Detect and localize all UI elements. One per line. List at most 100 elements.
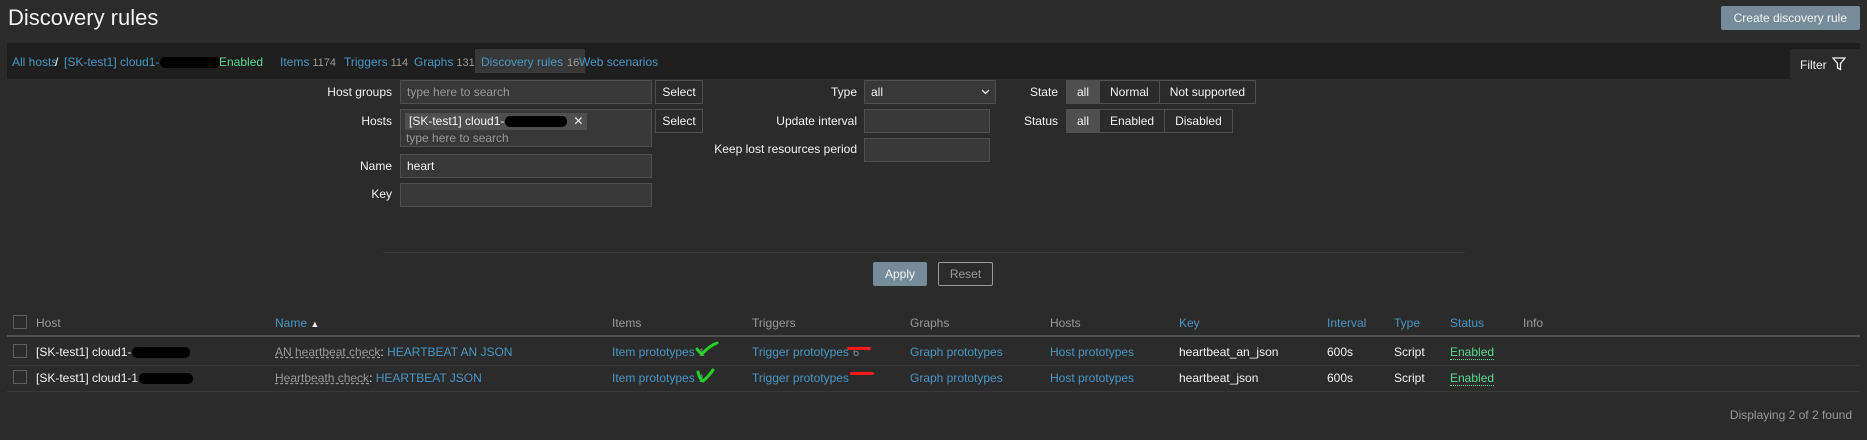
column-interval[interactable]: Interval — [1327, 316, 1366, 330]
name-separator: : — [380, 345, 384, 359]
hosts-multiselect[interactable]: [SK-test1] cloud1- ✕ type here to search — [400, 109, 652, 147]
tab-graphs-label: Graphs — [414, 55, 454, 69]
name-input[interactable]: heart — [400, 154, 652, 178]
template-link[interactable]: Heartbeath check — [275, 371, 369, 385]
status-toggle-link[interactable]: Enabled — [1450, 345, 1495, 360]
filter-panel: Host groups type here to search Select H… — [7, 80, 1860, 298]
row-key: heartbeat_an_json — [1179, 345, 1279, 359]
sort-asc-icon: ▲ — [310, 319, 320, 329]
breadcrumb-host[interactable]: [SK-test1] cloud1- — [64, 55, 221, 69]
row-graphs: Graph prototypes — [910, 345, 1003, 359]
state-option-normal[interactable]: Normal — [1099, 81, 1159, 103]
template-link[interactable]: AN heartbeat check — [275, 345, 380, 359]
row-host: [SK-test1] cloud1-1 — [36, 371, 194, 385]
host-status-badge[interactable]: Enabled — [219, 55, 263, 69]
page-header: Discovery rules Create discovery rule — [0, 0, 1867, 40]
graph-prototypes-link[interactable]: Graph prototypes — [910, 345, 1003, 359]
update-interval-input[interactable] — [864, 109, 990, 133]
item-prototypes-link[interactable]: Item prototypes — [612, 345, 695, 359]
column-name-sortable[interactable]: Name ▲ — [275, 316, 319, 330]
item-prototypes-link[interactable]: Item prototypes — [612, 371, 695, 385]
page-title: Discovery rules — [8, 5, 159, 30]
column-key[interactable]: Key — [1179, 316, 1200, 330]
key-input[interactable] — [400, 183, 652, 207]
host-tag-label: [SK-test1] cloud1- — [409, 114, 505, 128]
status-label: Status — [1023, 114, 1058, 128]
state-option-all[interactable]: all — [1067, 81, 1100, 103]
tab-triggers[interactable]: Triggers 114 — [344, 55, 408, 69]
row-type: Script — [1394, 371, 1425, 385]
row-name: AN heartbeat check: HEARTBEAT AN JSON — [275, 345, 512, 359]
row-triggers: Trigger prototypes 6 — [752, 345, 859, 359]
row-items: Item prototypes 1 — [612, 371, 705, 385]
column-name-label: Name — [275, 316, 308, 330]
breadcrumb-all-hosts[interactable]: All hosts — [12, 55, 57, 69]
tab-web-scenarios[interactable]: Web scenarios — [579, 55, 658, 69]
row-checkbox[interactable] — [13, 344, 27, 358]
keep-lost-input[interactable] — [864, 138, 990, 162]
redaction-mark — [139, 373, 194, 385]
row-checkbox[interactable] — [13, 370, 27, 384]
name-label: Name — [359, 159, 392, 173]
host-groups-label: Host groups — [327, 85, 392, 99]
select-all-checkbox[interactable] — [13, 315, 27, 329]
tab-discovery-rules[interactable]: Discovery rules 16 — [475, 49, 586, 73]
row-graphs: Graph prototypes — [910, 371, 1003, 385]
host-groups-input[interactable]: type here to search — [400, 80, 652, 104]
row-host: [SK-test1] cloud1- — [36, 345, 191, 359]
table-row: [SK-test1] cloud1-1 Heartbeath check: HE… — [7, 362, 1860, 392]
status-option-enabled[interactable]: Enabled — [1099, 110, 1165, 132]
column-items: Items — [612, 316, 642, 330]
tab-graphs-count: 131 — [456, 57, 475, 69]
state-label: State — [1029, 85, 1058, 99]
status-option-disabled[interactable]: Disabled — [1164, 110, 1232, 132]
row-status: Enabled — [1450, 371, 1495, 386]
host-prototypes-link[interactable]: Host prototypes — [1050, 371, 1134, 385]
tab-items-count: 1174 — [312, 57, 336, 69]
column-hosts: Hosts — [1050, 316, 1081, 330]
host-groups-select-button[interactable]: Select — [655, 80, 703, 104]
status-option-all[interactable]: all — [1067, 110, 1100, 132]
trigger-prototypes-link[interactable]: Trigger prototypes — [752, 371, 849, 385]
rule-name-link[interactable]: HEARTBEAT JSON — [376, 371, 482, 385]
rule-name-link[interactable]: HEARTBEAT AN JSON — [387, 345, 512, 359]
reset-button[interactable]: Reset — [938, 262, 993, 286]
green-check-annotation — [695, 341, 719, 356]
row-interval: 600s — [1327, 371, 1354, 385]
status-toggle-link[interactable]: Enabled — [1450, 371, 1495, 386]
hosts-select-button[interactable]: Select — [655, 109, 703, 133]
type-label: Type — [830, 85, 857, 99]
trigger-prototypes-link[interactable]: Trigger prototypes — [752, 345, 849, 359]
column-type[interactable]: Type — [1394, 316, 1420, 330]
tab-items[interactable]: Items 1174 — [280, 55, 336, 69]
graph-prototypes-link[interactable]: Graph prototypes — [910, 371, 1003, 385]
row-triggers: Trigger prototypes — [752, 371, 849, 385]
tab-discovery-label: Discovery rules — [481, 55, 564, 69]
row-status: Enabled — [1450, 345, 1495, 360]
table-header: Host Name ▲ Items Triggers Graphs Hosts … — [7, 308, 1860, 337]
apply-button[interactable]: Apply — [873, 262, 927, 286]
row-name: Heartbeath check: HEARTBEAT JSON — [275, 371, 482, 385]
remove-tag-icon[interactable]: ✕ — [573, 114, 583, 128]
state-option-not-supported[interactable]: Not supported — [1158, 81, 1256, 103]
row-interval: 600s — [1327, 345, 1354, 359]
redaction-mark — [132, 347, 191, 359]
breadcrumb-separator: / — [55, 55, 59, 69]
tab-graphs[interactable]: Graphs 131 — [414, 55, 475, 69]
row-items: Item prototypes 1 — [612, 345, 705, 359]
hosts-label: Hosts — [361, 114, 392, 128]
type-select[interactable]: all — [864, 80, 996, 104]
redaction-mark — [160, 57, 221, 69]
row-hosts: Host prototypes — [1050, 345, 1134, 359]
tab-discovery-count: 16 — [567, 57, 580, 69]
row-key: heartbeat_json — [1179, 371, 1259, 385]
filter-tab[interactable]: Filter — [1790, 49, 1860, 80]
host-prototypes-link[interactable]: Host prototypes — [1050, 345, 1134, 359]
discovery-rules-table: Host Name ▲ Items Triggers Graphs Hosts … — [7, 308, 1860, 434]
filter-divider — [383, 252, 1465, 253]
create-discovery-rule-button[interactable]: Create discovery rule — [1720, 6, 1860, 30]
status-segmented-control: all Enabled Disabled — [1066, 109, 1233, 133]
column-graphs: Graphs — [910, 316, 950, 330]
column-status[interactable]: Status — [1450, 316, 1484, 330]
host-navigation: All hosts / [SK-test1] cloud1- Enabled I… — [7, 43, 1860, 79]
